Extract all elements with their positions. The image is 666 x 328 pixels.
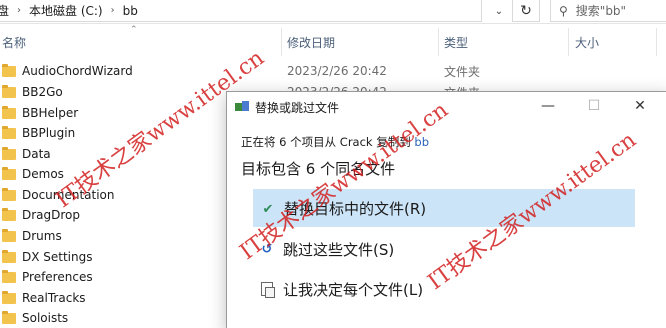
decide-icon [259, 281, 275, 298]
skip-icon: ↺ [261, 241, 273, 257]
folder-icon [2, 63, 16, 77]
file-name: DX Settings [22, 250, 93, 264]
file-name: Soloists [22, 311, 69, 325]
search-icon: ⚲ [559, 3, 568, 18]
file-name: RealTracks [22, 291, 86, 305]
file-name: BBPlugin [22, 126, 76, 140]
file-name: Documentation [22, 188, 115, 202]
folder-icon [2, 290, 16, 304]
minimize-button[interactable]: — [525, 92, 571, 120]
file-name: Demos [22, 167, 64, 181]
folder-icon [2, 84, 16, 98]
maximize-icon: ☐ [587, 98, 601, 114]
source-folder-link[interactable]: Crack [340, 135, 373, 149]
refresh-icon: ↻ [520, 2, 532, 19]
column-header-name[interactable]: 名称 [2, 34, 26, 51]
close-icon: ✕ [634, 98, 646, 114]
file-date: 2023/2/26 20:42 [287, 64, 387, 78]
file-name: Drums [22, 229, 62, 243]
column-header-size[interactable]: 大小 [575, 34, 599, 51]
column-divider[interactable] [438, 28, 439, 56]
breadcrumb-folder[interactable]: bb [123, 4, 138, 18]
breadcrumb-partial[interactable]: 盘 [0, 2, 9, 19]
file-name: Data [22, 147, 51, 161]
file-name: Preferences [22, 270, 93, 284]
file-name: BB2Go [22, 85, 63, 99]
replace-files-option[interactable]: ✔ 替换目标中的文件(R) [253, 189, 635, 227]
column-divider[interactable] [281, 28, 282, 56]
breadcrumb-drive[interactable]: 本地磁盘 (C:) [29, 2, 103, 19]
chevron-down-icon: ⌄ [494, 5, 504, 17]
column-divider[interactable] [656, 28, 657, 56]
option-label: 让我决定每个文件(L) [283, 280, 424, 299]
folder-icon [2, 125, 16, 139]
refresh-button[interactable]: ↻ [512, 0, 540, 22]
chevron-right-icon: › [17, 5, 22, 16]
option-label: 替换目标中的文件(R) [284, 199, 427, 218]
folder-icon [2, 207, 16, 221]
file-name: AudioChordWizard [22, 64, 133, 78]
column-divider[interactable] [568, 28, 569, 56]
close-button[interactable]: ✕ [617, 92, 663, 120]
replace-skip-dialog: 替换或跳过文件 — ☐ ✕ 正在将 6 个项目从 Crack 复制到 bb 目标… [226, 91, 666, 328]
chevron-right-icon: › [110, 5, 115, 16]
folder-icon [2, 269, 16, 283]
option-label: 跳过这些文件(S) [283, 240, 395, 259]
folder-icon [2, 105, 16, 119]
subtitle-prefix: 正在将 6 个项目从 [241, 135, 340, 149]
file-row[interactable]: AudioChordWizard 2023/2/26 20:42 文件夹 [0, 61, 666, 81]
address-dropdown-button[interactable]: ⌄ [486, 0, 512, 22]
decide-each-option[interactable]: 让我决定每个文件(L) [253, 270, 635, 308]
folder-icon [2, 146, 16, 160]
subtitle-mid: 复制到 [372, 135, 415, 149]
minimize-icon: — [541, 98, 555, 114]
folder-icon [2, 249, 16, 263]
folder-icon [2, 166, 16, 180]
folder-icon [2, 310, 16, 324]
sort-up-icon: ⌃ [130, 25, 138, 35]
check-icon: ✔ [262, 201, 274, 217]
destination-folder-link[interactable]: bb [414, 135, 429, 149]
column-header-type[interactable]: 类型 [444, 34, 468, 51]
folder-icon [2, 228, 16, 242]
maximize-button[interactable]: ☐ [571, 92, 617, 120]
file-name: BBHelper [22, 106, 79, 120]
file-name: DragDrop [22, 208, 81, 222]
column-header-date[interactable]: 修改日期 [287, 34, 335, 51]
search-placeholder: 搜索"bb" [575, 4, 627, 18]
search-input[interactable]: ⚲ 搜索"bb" [550, 0, 666, 22]
folder-icon [2, 187, 16, 201]
file-type: 文件夹 [444, 64, 481, 79]
address-row: 盘 › 本地磁盘 (C:) › bb ⌄ ↻ ⚲ 搜索"bb" [0, 0, 666, 24]
dialog-title: 替换或跳过文件 [255, 101, 340, 115]
address-bar[interactable]: 盘 › 本地磁盘 (C:) › bb [0, 0, 482, 22]
skip-files-option[interactable]: ↺ 跳过这些文件(S) [253, 230, 635, 268]
dialog-subtitle: 正在将 6 个项目从 Crack 复制到 bb [241, 134, 429, 150]
dialog-heading: 目标包含 6 个同名文件 [241, 160, 396, 178]
copy-files-icon [235, 101, 249, 113]
